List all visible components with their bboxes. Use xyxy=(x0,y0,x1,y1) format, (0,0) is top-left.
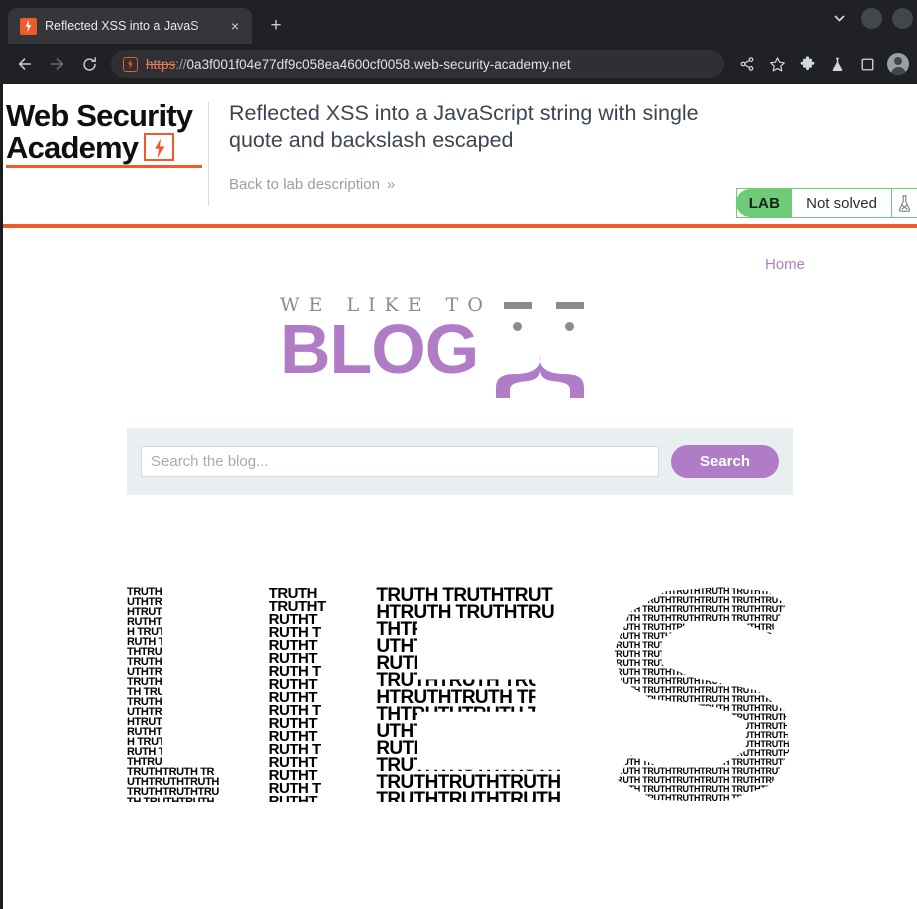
chevron-down-icon[interactable] xyxy=(827,6,851,30)
bookmark-star-icon[interactable] xyxy=(763,50,791,78)
profile-avatar-icon[interactable] xyxy=(887,53,909,75)
back-to-lab-description-link[interactable]: Back to lab description » xyxy=(229,175,395,193)
mustache-face-icon xyxy=(490,296,640,402)
avatar-body xyxy=(890,67,906,75)
eyebrow-left xyxy=(504,302,532,309)
eyebrow-right xyxy=(556,302,584,309)
nav-link-home[interactable]: Home xyxy=(765,256,805,273)
window-controls xyxy=(827,6,917,30)
wordart-letter-s: TRUTH TRUTHTRUTHTRUTH TRUTHTRUTHTRUTH TR… xyxy=(611,587,793,802)
chevron-right-icon: » xyxy=(386,175,395,193)
browser-tab[interactable]: Reflected XSS into a JavaS × xyxy=(8,8,252,44)
logo-row-2: Academy xyxy=(6,129,208,165)
mustache-shape xyxy=(496,356,584,398)
url-host: 0a3f001f04e77df9c058ea4600cf0058.web-sec… xyxy=(186,56,571,72)
logo-line-1: Web Security xyxy=(6,98,193,133)
toolbar-icon-group xyxy=(733,50,909,78)
tab-favicon-icon xyxy=(20,17,37,35)
address-bar[interactable]: https://0a3f001f04e77df9c058ea4600cf0058… xyxy=(111,50,724,78)
logo-underline xyxy=(6,165,202,169)
blog-body: Home WE LIKE TO BLOG Search TRUTH TRUTHT… xyxy=(3,228,917,802)
burp-flask-icon[interactable] xyxy=(823,50,851,78)
wordart-letter-i: TRUTH TRUTHTRUTHTRUTH TRUTHTRUTHTRUTH TR… xyxy=(269,587,327,802)
eye-right xyxy=(565,322,574,331)
lightning-bolt-icon xyxy=(144,133,175,162)
reload-icon[interactable] xyxy=(74,49,104,79)
forward-arrow-icon[interactable] xyxy=(42,49,72,79)
extensions-puzzle-icon[interactable] xyxy=(793,50,821,78)
url-scheme: https xyxy=(146,56,176,72)
avatar-glyph xyxy=(887,53,909,75)
blog-search-section: Search xyxy=(127,428,793,495)
tab-strip: Reflected XSS into a JavaS × + xyxy=(0,0,917,44)
lab-header: Web Security Academy Reflected XSS into … xyxy=(3,84,917,224)
back-link-label: Back to lab description xyxy=(229,175,380,193)
avatar-head xyxy=(894,57,902,65)
lab-badge: LAB xyxy=(735,189,793,217)
page-title: Reflected XSS into a JavaScript string w… xyxy=(229,101,699,152)
close-icon[interactable]: × xyxy=(226,17,244,35)
lab-title-block: Reflected XSS into a JavaScript string w… xyxy=(209,100,917,194)
status-badge: Not solved xyxy=(806,194,877,212)
browser-toolbar: https://0a3f001f04e77df9c058ea4600cf0058… xyxy=(0,44,917,84)
blog-wordmark: BLOG xyxy=(280,310,479,388)
search-input[interactable] xyxy=(141,446,659,477)
blog-nav: Home xyxy=(3,228,917,273)
wordart-fill-text: TRUTH TRUTHTRUTHTRUTH TRUTHTRUTHTRUTH TR… xyxy=(127,587,219,802)
window-maximize-button[interactable] xyxy=(892,7,913,29)
share-icon[interactable] xyxy=(733,50,761,78)
url-separator: :// xyxy=(175,56,187,72)
wordart-fill-text: TRUTH TRUTHTRUTHTRUTH TRUTHTRUTHTRUTH TR… xyxy=(610,587,790,802)
wordart-fill-text: TRUTH TRUTHTRUTHTRUTH TRUTHTRUTHTRUTH TR… xyxy=(376,587,561,802)
page-viewport: Web Security Academy Reflected XSS into … xyxy=(0,84,917,909)
new-tab-button[interactable]: + xyxy=(262,12,290,40)
window-minimize-button[interactable] xyxy=(861,7,882,29)
site-security-icon[interactable] xyxy=(123,56,138,72)
wordart-fill-text: TRUTH TRUTHTRUTHTRUTH TRUTHTRUTHTRUTH TR… xyxy=(268,587,327,802)
blog-logo: WE LIKE TO BLOG xyxy=(280,288,640,400)
browser-chrome: Reflected XSS into a JavaS × + https://0… xyxy=(0,0,917,84)
web-security-academy-logo[interactable]: Web Security Academy xyxy=(3,98,208,169)
logo-line-2: Academy xyxy=(6,129,139,165)
tab-title: Reflected XSS into a JavaS xyxy=(45,19,199,33)
wordart-letter-l: TRUTH TRUTHTRUTHTRUTH TRUTHTRUTHTRUTH TR… xyxy=(127,587,219,802)
search-button[interactable]: Search xyxy=(670,445,779,478)
lab-status-widget[interactable]: LAB Not solved xyxy=(735,188,917,218)
blog-wordart-image: TRUTH TRUTHTRUTHTRUTH TRUTHTRUTHTRUTH TR… xyxy=(127,587,793,802)
wordart-letter-e: TRUTH TRUTHTRUTHTRUTH TRUTHTRUTHTRUTH TR… xyxy=(376,587,561,802)
back-arrow-icon[interactable] xyxy=(10,49,40,79)
lab-flask-icon[interactable] xyxy=(891,189,917,217)
sidebar-panel-icon[interactable] xyxy=(853,50,881,78)
url-text: https://0a3f001f04e77df9c058ea4600cf0058… xyxy=(146,57,571,72)
eye-left xyxy=(513,322,522,331)
